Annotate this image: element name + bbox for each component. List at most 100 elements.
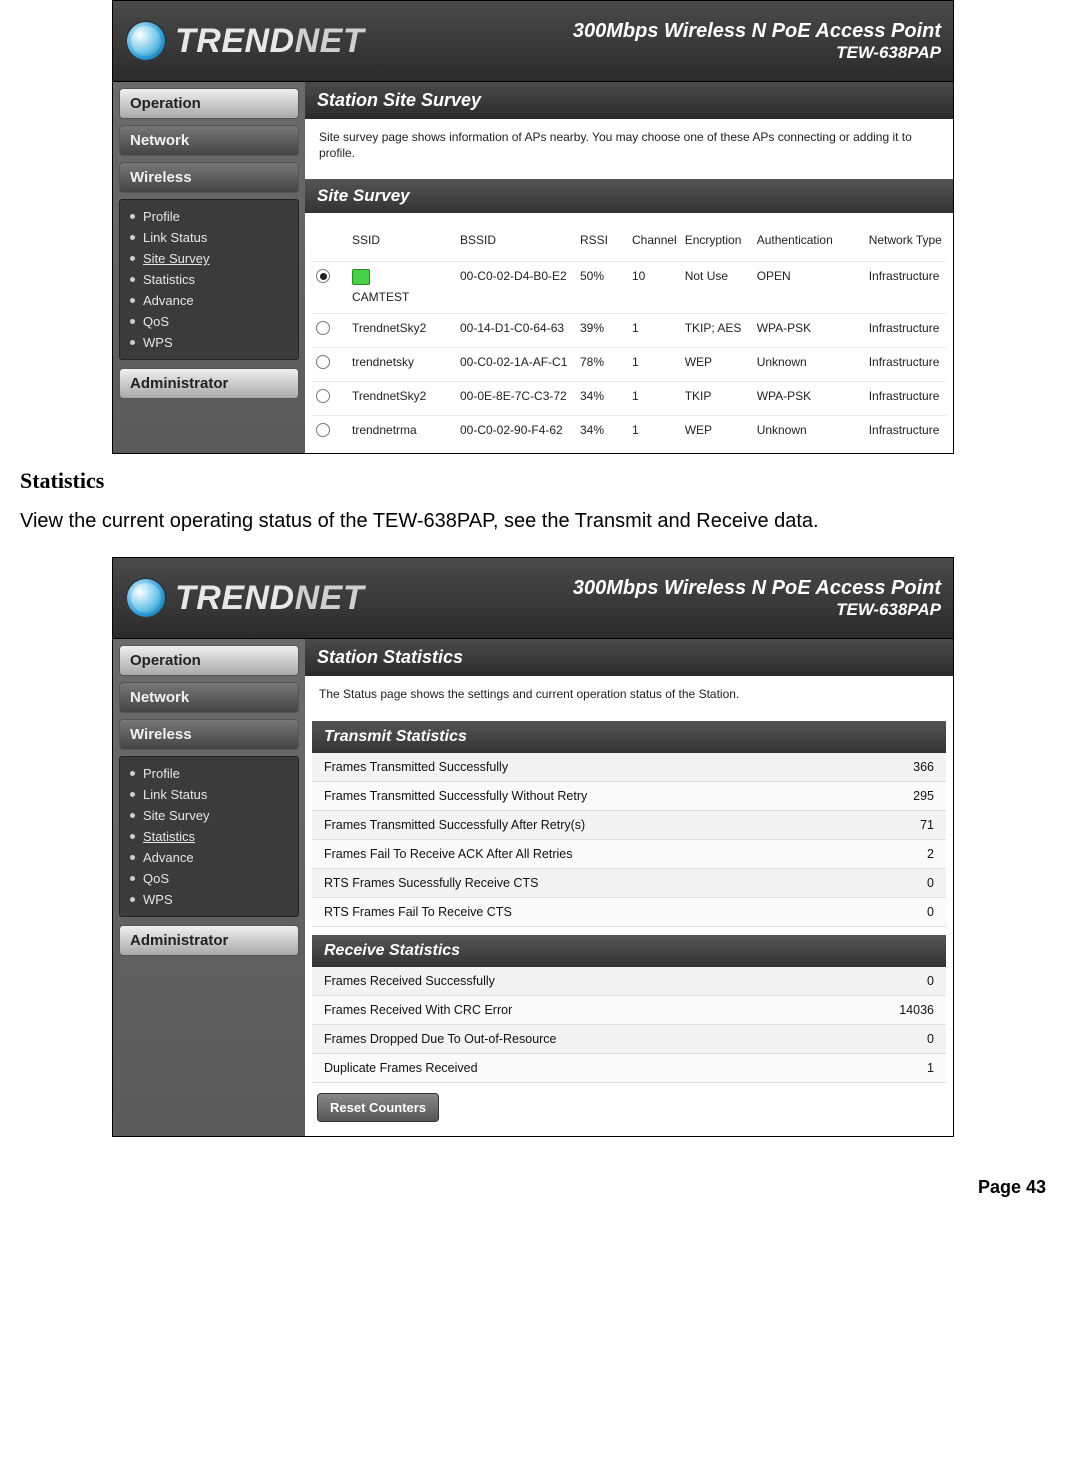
stat-value: 0 [927, 974, 934, 988]
sidebar-item-wps[interactable]: WPS [130, 889, 288, 910]
table-row[interactable]: trendnetsky00-C0-02-1A-AF-C178%1WEPUnkno… [312, 348, 946, 382]
sidebar: Operation Network Wireless Profile Link S… [113, 82, 305, 453]
sidebar-item-qos[interactable]: QoS [130, 311, 288, 332]
sidebar-item-qos[interactable]: QoS [130, 868, 288, 889]
sidebar-item-link-status[interactable]: Link Status [130, 227, 288, 248]
nettype-cell: Infrastructure [865, 416, 946, 450]
table-row[interactable]: CAMTEST00-C0-02-D4-B0-E250%10Not UseOPEN… [312, 262, 946, 314]
sidebar-item-wps[interactable]: WPS [130, 332, 288, 353]
stat-label: Frames Transmitted Successfully After Re… [324, 818, 585, 832]
nav-operation[interactable]: Operation [119, 645, 299, 676]
brand-main: TREND [175, 579, 295, 617]
channel-cell: 1 [628, 348, 681, 382]
rssi-cell: 39% [576, 314, 628, 348]
nav-wireless[interactable]: Wireless [119, 162, 299, 193]
product-name: 300Mbps Wireless N PoE Access Point [573, 20, 941, 43]
bssid-cell: 00-14-D1-C0-64-63 [456, 314, 576, 348]
nettype-cell: Infrastructure [865, 348, 946, 382]
nettype-cell: Infrastructure [865, 262, 946, 314]
page-footer: Page 43 [20, 1177, 1046, 1198]
table-row[interactable]: TrendnetSky200-14-D1-C0-64-6339%1TKIP; A… [312, 314, 946, 348]
ssid-cell: TrendnetSky2 [352, 389, 426, 403]
sidebar-item-advance[interactable]: Advance [130, 290, 288, 311]
product-name: 300Mbps Wireless N PoE Access Point [573, 577, 941, 600]
nav-wireless[interactable]: Wireless [119, 719, 299, 750]
bssid-cell: 00-C0-02-D4-B0-E2 [456, 262, 576, 314]
bullet-icon [130, 235, 135, 240]
sidebar-item-site-survey[interactable]: Site Survey [130, 248, 288, 269]
table-row[interactable]: TrendnetSky200-0E-8E-7C-C3-7234%1TKIPWPA… [312, 382, 946, 416]
nav-administrator[interactable]: Administrator [119, 925, 299, 956]
sidebar-item-advance[interactable]: Advance [130, 847, 288, 868]
table-row[interactable]: trendnetrma00-C0-02-90-F4-6234%1WEPUnkno… [312, 416, 946, 450]
nav-network[interactable]: Network [119, 682, 299, 713]
stat-row: Frames Dropped Due To Out-of-Resource0 [312, 1025, 946, 1054]
globe-icon [125, 577, 167, 619]
radio-select[interactable] [316, 423, 330, 437]
section-header: Transmit Statistics [312, 721, 946, 753]
sidebar-item-statistics[interactable]: Statistics [130, 826, 288, 847]
col-bssid: BSSID [456, 227, 576, 262]
sidebar-item-label: Profile [143, 766, 180, 781]
page-title: Station Site Survey [305, 82, 953, 119]
stat-row: RTS Frames Sucessfully Receive CTS0 [312, 869, 946, 898]
doc-paragraph: View the current operating status of the… [20, 510, 1046, 533]
encryption-cell: Not Use [681, 262, 753, 314]
radio-select[interactable] [316, 355, 330, 369]
stat-row: Frames Received Successfully0 [312, 967, 946, 996]
receive-stats: Receive Statistics Frames Received Succe… [312, 935, 946, 1083]
bssid-cell: 00-C0-02-1A-AF-C1 [456, 348, 576, 382]
ssid-cell: CAMTEST [352, 290, 409, 304]
product-model: TEW-638PAP [573, 43, 941, 63]
brand-text: TRENDNET [175, 22, 364, 61]
radio-select[interactable] [316, 321, 330, 335]
sidebar-item-site-survey[interactable]: Site Survey [130, 805, 288, 826]
stat-label: Frames Dropped Due To Out-of-Resource [324, 1032, 557, 1046]
radio-select[interactable] [316, 269, 330, 283]
bullet-icon [130, 319, 135, 324]
sidebar-item-label: Link Status [143, 787, 207, 802]
sidebar-item-link-status[interactable]: Link Status [130, 784, 288, 805]
nav-administrator[interactable]: Administrator [119, 368, 299, 399]
bullet-icon [130, 256, 135, 261]
stat-value: 295 [913, 789, 934, 803]
stat-value: 366 [913, 760, 934, 774]
bullet-icon [130, 855, 135, 860]
rssi-cell: 34% [576, 382, 628, 416]
sidebar: Operation Network Wireless Profile Link S… [113, 639, 305, 1135]
sidebar-item-label: WPS [143, 335, 173, 350]
stat-value: 2 [927, 847, 934, 861]
col-nettype: Network Type [865, 227, 946, 262]
rssi-cell: 78% [576, 348, 628, 382]
encryption-cell: TKIP [681, 382, 753, 416]
stat-label: Frames Transmitted Successfully Without … [324, 789, 587, 803]
bullet-icon [130, 792, 135, 797]
sidebar-item-label: QoS [143, 314, 169, 329]
stat-row: Frames Transmitted Successfully366 [312, 753, 946, 782]
auth-cell: WPA-PSK [753, 382, 865, 416]
sidebar-item-label: Statistics [143, 272, 195, 287]
stat-label: Frames Received With CRC Error [324, 1003, 512, 1017]
page-description: The Status page shows the settings and c… [305, 676, 953, 720]
radio-select[interactable] [316, 389, 330, 403]
sidebar-item-label: Profile [143, 209, 180, 224]
bullet-icon [130, 897, 135, 902]
channel-cell: 10 [628, 262, 681, 314]
sidebar-item-statistics[interactable]: Statistics [130, 269, 288, 290]
stat-value: 0 [927, 876, 934, 890]
sidebar-item-profile[interactable]: Profile [130, 206, 288, 227]
encryption-cell: WEP [681, 416, 753, 450]
page-description: Site survey page shows information of AP… [305, 119, 953, 179]
bssid-cell: 00-C0-02-90-F4-62 [456, 416, 576, 450]
bullet-icon [130, 340, 135, 345]
header-right: 300Mbps Wireless N PoE Access Point TEW-… [573, 20, 941, 63]
reset-counters-button[interactable]: Reset Counters [317, 1093, 439, 1122]
nav-operation[interactable]: Operation [119, 88, 299, 119]
sidebar-item-label: QoS [143, 871, 169, 886]
sidebar-item-profile[interactable]: Profile [130, 763, 288, 784]
app-header: TRENDNET 300Mbps Wireless N PoE Access P… [113, 1, 953, 82]
stat-value: 71 [920, 818, 934, 832]
stat-value: 14036 [899, 1003, 934, 1017]
nav-network[interactable]: Network [119, 125, 299, 156]
bullet-icon [130, 277, 135, 282]
